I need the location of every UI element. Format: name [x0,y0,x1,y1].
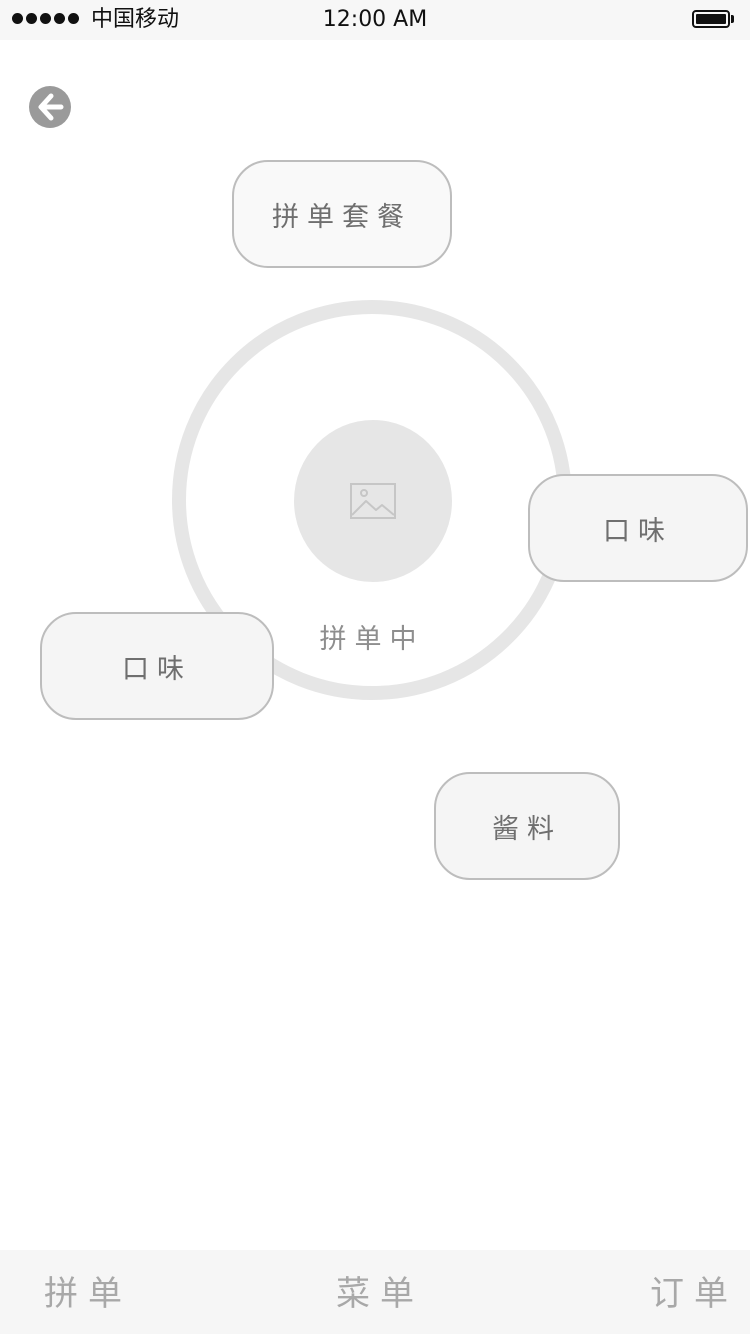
tab-bar: 拼单 菜单 订单 [0,1250,750,1334]
status-time: 12:00 AM [322,7,428,32]
battery-full-icon [692,10,730,28]
status-bar: 中国移动 12:00 AM [0,0,750,40]
taste-option-button-left[interactable]: 口味 [40,612,274,720]
center-image [294,420,452,582]
image-placeholder-icon [350,483,396,519]
arrow-left-circle-icon [29,86,71,128]
tab-group-order[interactable]: 拼单 [44,1272,132,1316]
sauce-option-button[interactable]: 酱料 [434,772,620,880]
tab-menu[interactable]: 菜单 [336,1272,424,1316]
grouping-status: 拼单中 [319,624,425,655]
page: 中国移动 12:00 AM 拼单中 拼单套餐 口味 口味 酱料 拼单 菜单 订单 [0,0,750,1334]
tab-orders[interactable]: 订单 [650,1272,738,1316]
battery-cap [731,15,734,23]
taste-option-button-right[interactable]: 口味 [528,474,748,582]
combo-option-button[interactable]: 拼单套餐 [232,160,452,268]
back-button[interactable] [29,86,71,128]
